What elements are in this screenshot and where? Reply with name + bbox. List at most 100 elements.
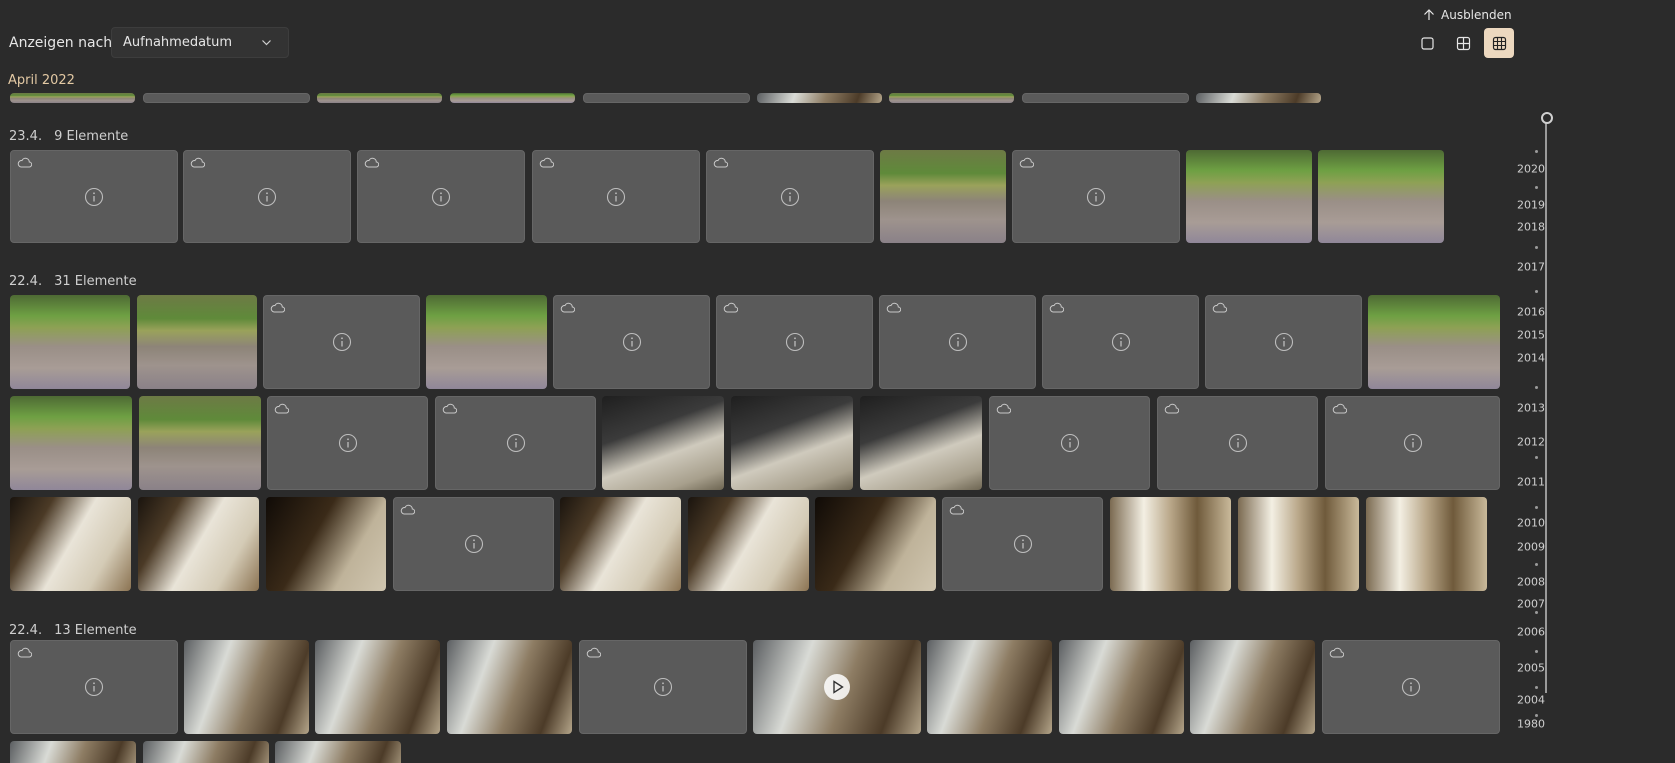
info-icon [785, 332, 804, 352]
photo-thumbnail[interactable] [602, 396, 724, 490]
timeline-year-label[interactable]: 2010 [1517, 517, 1545, 530]
sort-dropdown[interactable]: Aufnahmedatum [111, 27, 289, 58]
photo-thumbnail[interactable] [266, 497, 386, 591]
cloud-icon [949, 504, 964, 515]
photo-thumbnail[interactable] [688, 497, 809, 591]
photo-thumbnail[interactable] [139, 396, 261, 490]
small-grid-button[interactable] [1484, 28, 1514, 58]
photo-thumbnail[interactable] [1368, 295, 1500, 389]
timeline-year-label[interactable]: 2020 [1517, 163, 1545, 176]
photo-placeholder-tile[interactable] [263, 295, 420, 389]
photo-thumbnail[interactable] [1186, 150, 1312, 243]
photo-thumbnail[interactable] [10, 295, 130, 389]
photo-thumbnail[interactable] [138, 497, 259, 591]
cloud-icon [713, 157, 728, 168]
timeline-year-label[interactable]: 2018 [1517, 221, 1545, 234]
photo-thumbnail[interactable] [447, 640, 572, 734]
timeline-marker [1535, 290, 1538, 293]
photo-thumbnail[interactable] [860, 396, 982, 490]
photo-thumbnail[interactable] [880, 150, 1006, 243]
photo-thumbnail[interactable] [1059, 640, 1184, 734]
timeline-year-label[interactable]: 2011 [1517, 476, 1545, 489]
timeline-year-label[interactable]: 2013 [1517, 402, 1545, 415]
photo-thumbnail[interactable] [731, 396, 853, 490]
photo-thumbnail[interactable] [583, 93, 750, 103]
photo-thumbnail[interactable] [1318, 150, 1444, 243]
photo-placeholder-tile[interactable] [553, 295, 710, 389]
photo-thumbnail[interactable] [889, 93, 1014, 103]
photo-thumbnail[interactable] [275, 741, 401, 763]
photo-placeholder-tile[interactable] [183, 150, 351, 243]
photo-placeholder-tile[interactable] [532, 150, 700, 243]
photo-placeholder-tile[interactable] [1012, 150, 1180, 243]
timeline-year-label[interactable]: 2009 [1517, 541, 1545, 554]
timeline-year-label[interactable]: 2006 [1517, 626, 1545, 639]
timeline-year-label[interactable]: 2012 [1517, 436, 1545, 449]
photo-thumbnail[interactable] [1366, 497, 1487, 591]
info-icon [1228, 433, 1247, 453]
photo-thumbnail[interactable] [10, 497, 131, 591]
photo-placeholder-tile[interactable] [706, 150, 874, 243]
timeline-year-label[interactable]: 2019 [1517, 199, 1545, 212]
photo-thumbnail[interactable] [10, 741, 136, 763]
info-icon [1060, 433, 1079, 453]
photo-placeholder-tile[interactable] [942, 497, 1103, 591]
photo-thumbnail[interactable] [315, 640, 440, 734]
photo-placeholder-tile[interactable] [579, 640, 747, 734]
photo-placeholder-tile[interactable] [357, 150, 525, 243]
timeline-year-label[interactable]: 2007 [1517, 598, 1545, 611]
photo-placeholder-tile[interactable] [1322, 640, 1500, 734]
photo-thumbnail[interactable] [815, 497, 936, 591]
photo-thumbnail[interactable] [1196, 93, 1321, 103]
timeline-year-label[interactable]: 2016 [1517, 306, 1545, 319]
photo-placeholder-tile[interactable] [879, 295, 1036, 389]
timeline-year-label[interactable]: 2015 [1517, 329, 1545, 342]
photo-thumbnail[interactable] [184, 640, 309, 734]
photo-thumbnail[interactable] [1110, 497, 1231, 591]
timeline-year-label[interactable]: 2014 [1517, 352, 1545, 365]
photo-thumbnail[interactable] [10, 396, 132, 490]
photo-thumbnail[interactable] [10, 93, 135, 103]
group-date: 22.4. [9, 274, 43, 289]
timeline-year-label[interactable]: 1980 [1517, 718, 1545, 731]
photo-thumbnail[interactable] [757, 93, 882, 103]
photo-thumbnail[interactable] [143, 93, 310, 103]
photo-placeholder-tile[interactable] [267, 396, 428, 490]
photo-placeholder-tile[interactable] [716, 295, 873, 389]
photo-placeholder-tile[interactable] [435, 396, 596, 490]
single-view-button[interactable] [1412, 28, 1442, 58]
cloud-icon [1212, 302, 1227, 313]
info-icon [1401, 677, 1421, 697]
photo-thumbnail[interactable] [1238, 497, 1359, 591]
timeline-year-label[interactable]: 2017 [1517, 261, 1545, 274]
photo-placeholder-tile[interactable] [1157, 396, 1318, 490]
photo-placeholder-tile[interactable] [1205, 295, 1362, 389]
photo-placeholder-tile[interactable] [393, 497, 554, 591]
photo-thumbnail[interactable] [560, 497, 681, 591]
timeline-knob[interactable] [1541, 112, 1553, 124]
timeline-track[interactable] [1545, 118, 1547, 693]
cloud-icon [400, 504, 415, 515]
photo-thumbnail[interactable] [450, 93, 575, 103]
photo-placeholder-tile[interactable] [989, 396, 1150, 490]
photo-thumbnail[interactable] [317, 93, 442, 103]
photo-thumbnail[interactable] [426, 295, 547, 389]
photo-placeholder-tile[interactable] [10, 150, 178, 243]
timeline-marker [1535, 611, 1538, 614]
timeline-year-label[interactable]: 2008 [1517, 576, 1545, 589]
photo-thumbnail[interactable] [137, 295, 257, 389]
photo-placeholder-tile[interactable] [1325, 396, 1500, 490]
photo-thumbnail[interactable] [1022, 93, 1189, 103]
info-icon [84, 187, 104, 206]
photo-placeholder-tile[interactable] [10, 640, 178, 734]
photo-placeholder-tile[interactable] [1042, 295, 1199, 389]
info-icon [257, 187, 277, 206]
timeline-year-label[interactable]: 2005 [1517, 662, 1545, 675]
photo-thumbnail[interactable] [927, 640, 1052, 734]
photo-thumbnail[interactable] [1190, 640, 1315, 734]
video-thumbnail[interactable] [753, 640, 921, 734]
hide-button[interactable]: Ausblenden [1423, 5, 1512, 25]
timeline-year-label[interactable]: 2004 [1517, 694, 1545, 707]
medium-grid-button[interactable] [1448, 28, 1478, 58]
photo-thumbnail[interactable] [143, 741, 269, 763]
